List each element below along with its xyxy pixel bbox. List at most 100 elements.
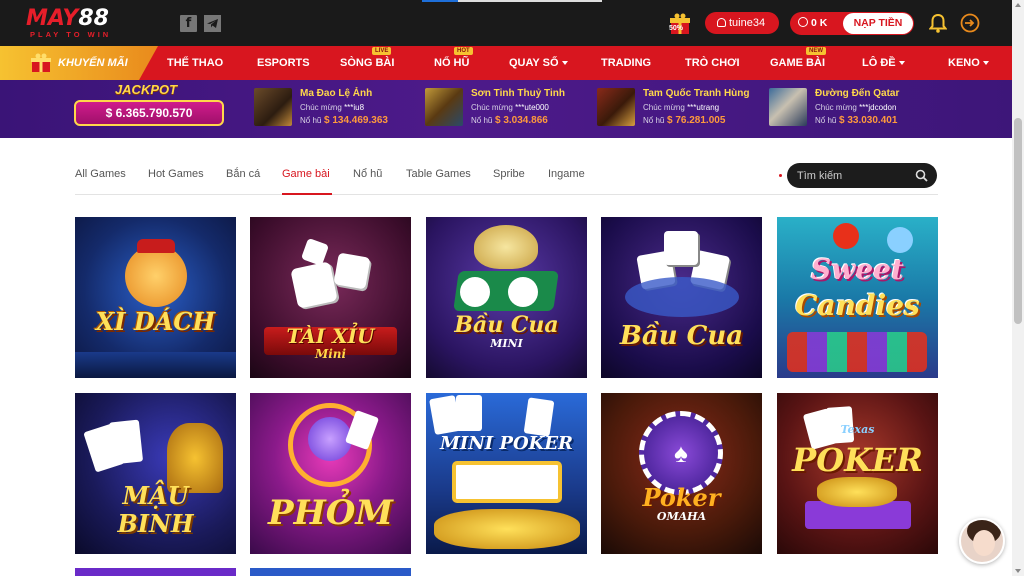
hot-badge: HOT (454, 47, 473, 55)
bowl-icon (474, 225, 538, 269)
search-input[interactable] (797, 167, 907, 184)
game-card-bau-cua-mini[interactable]: Bầu Cua MINI (426, 217, 587, 378)
nav-item-casino[interactable]: SÒNG BÀI LIVE (340, 46, 394, 80)
winner-amount: $ 134.469.363 (324, 115, 388, 126)
page-scrollbar[interactable] (1012, 0, 1024, 576)
active-tab-indicator (282, 193, 332, 195)
winner-item[interactable]: Tam Quốc Tranh Hùng Chúc mừng ***utrang … (597, 86, 762, 132)
username-label: tuine34 (729, 17, 766, 29)
game-card-mini-poker[interactable]: MINI POKER (426, 393, 587, 554)
game-thumbnail (769, 88, 807, 126)
coin-pile (817, 477, 897, 507)
game-thumbnail (597, 88, 635, 126)
new-badge: NEW (806, 47, 826, 55)
nav-item-lottery[interactable]: QUAY SỐ (509, 46, 568, 80)
user-account-button[interactable]: tuine34 (705, 12, 779, 34)
winner-congrats-label: Chúc mừng (300, 103, 342, 112)
game-title: XÌ DÁCH (95, 307, 216, 336)
nav-item-esports[interactable]: ESPORTS (257, 46, 310, 80)
candy-icon (887, 227, 913, 253)
game-card-sweet-candies[interactable]: Sweet Candies (777, 217, 938, 378)
tab-hot-games[interactable]: Hot Games (148, 168, 204, 180)
scrollbar-thumb[interactable] (1014, 118, 1022, 324)
nav-item-keno[interactable]: KENO (948, 46, 989, 80)
nav-promotions[interactable]: KHUYẾN MÃI (0, 46, 158, 80)
dice-icon (333, 252, 371, 290)
game-card-partial[interactable] (250, 568, 411, 576)
winner-item[interactable]: Ma Đao Lệ Ảnh Chúc mừng ***iu8 Nổ hũ $ 1… (254, 86, 419, 132)
promo-gift-icon[interactable]: 50% (668, 12, 692, 36)
nav-item-games[interactable]: TRÒ CHƠI (685, 46, 740, 80)
winner-amount: $ 33.030.401 (839, 115, 898, 126)
balance-pill: 0 K NẠP TIỀN (790, 12, 914, 35)
token-icon (508, 277, 538, 307)
game-card-phom[interactable]: PHỎM (250, 393, 411, 554)
search-icon[interactable] (915, 169, 928, 182)
balance-display[interactable]: 0 K (798, 12, 827, 35)
nav-item-card-games[interactable]: GAME BÀI NEW (770, 46, 826, 80)
tab-fish-shooting[interactable]: Bắn cá (226, 168, 260, 180)
nav-item-label: LÔ ĐỀ (862, 57, 896, 69)
game-subtitle: Mini (314, 347, 347, 361)
logout-icon[interactable] (960, 13, 980, 33)
jackpot-title: JACKPOT (114, 82, 178, 97)
coin-pile (434, 509, 580, 549)
plate (625, 277, 739, 317)
table-edge (75, 352, 236, 378)
search-indicator-dot (779, 174, 782, 177)
game-title: MẬU (122, 481, 189, 510)
bell-icon[interactable] (928, 13, 948, 33)
tab-ingame[interactable]: Ingame (548, 168, 585, 180)
game-subtitle: Texas (840, 423, 875, 436)
game-title: Bầu Cua (454, 312, 559, 338)
card-icon (523, 397, 555, 437)
nav-item-slots[interactable]: NỔ HŨ HOT (434, 46, 473, 80)
tab-slots[interactable]: Nổ hũ (353, 168, 382, 180)
winner-item[interactable]: Đường Đến Qatar Chúc mừng ***jdcodon Nổ … (769, 86, 934, 132)
winner-congrats-label: Chúc mừng (643, 103, 685, 112)
token-icon (460, 277, 490, 307)
tab-card-games[interactable]: Game bài (282, 168, 330, 180)
game-category-tabs: All Games Hot Games Bắn cá Game bài Nổ h… (75, 160, 938, 195)
game-card-bau-cua[interactable]: Bầu Cua (601, 217, 762, 378)
telegram-icon[interactable] (204, 15, 221, 32)
game-title: Sweet (811, 253, 904, 286)
game-title: Bầu Cua (619, 321, 744, 351)
tab-table-games[interactable]: Table Games (406, 168, 471, 180)
game-card-poker-omaha[interactable]: ♠ Poker OMAHA (601, 393, 762, 554)
game-title: Poker (642, 483, 721, 512)
balance-value: 0 K (811, 17, 828, 29)
nav-item-label: TRÒ CHƠI (685, 57, 740, 69)
winner-congrats: Chúc mừng ***ute000 (471, 103, 549, 112)
game-card-mau-binh[interactable]: MẬU BINH (75, 393, 236, 554)
chevron-down-icon (898, 61, 905, 66)
jackpot-value: $ 6.365.790.570 (74, 100, 224, 126)
game-subtitle: Candies (795, 289, 920, 322)
scroll-down-arrow-icon[interactable] (1015, 569, 1021, 573)
game-card-tai-xiu-mini[interactable]: TÀI XỈU Mini (250, 217, 411, 378)
loading-bar-progress (422, 0, 458, 2)
coin-icon (798, 17, 808, 27)
support-chat-avatar[interactable] (959, 518, 1005, 564)
facebook-icon[interactable]: f (180, 15, 197, 32)
nav-item-trading[interactable]: TRADING (601, 46, 651, 80)
nav-item-sports[interactable]: THỂ THAO (167, 46, 223, 80)
game-title: MINI POKER (439, 433, 574, 454)
game-card-partial[interactable] (75, 568, 236, 576)
game-card-xi-dach[interactable]: XÌ DÁCH (75, 217, 236, 378)
game-card-texas-poker[interactable]: Texas POKER (777, 393, 938, 554)
main-nav: KHUYẾN MÃI THỂ THAO ESPORTS SÒNG BÀI LIVE… (0, 46, 1012, 80)
winner-amount-label: Nổ hũ (815, 116, 837, 125)
site-logo[interactable]: MAY88 PLAY TO WIN (26, 8, 132, 40)
game-subtitle: BINH (117, 509, 194, 538)
nav-item-lode[interactable]: LÔ ĐỀ (862, 46, 905, 80)
deposit-button[interactable]: NẠP TIỀN (843, 13, 913, 34)
tab-all-games[interactable]: All Games (75, 168, 126, 180)
tab-spribe[interactable]: Spribe (493, 168, 525, 180)
winner-amount-label: Nổ hũ (471, 116, 493, 125)
winner-username: ***utrang (687, 103, 720, 112)
game-title: POKER (792, 441, 923, 479)
scroll-up-arrow-icon[interactable] (1015, 3, 1021, 7)
winner-item[interactable]: Sơn Tinh Thuỷ Tinh Chúc mừng ***ute000 N… (425, 86, 590, 132)
mascot-hat (137, 239, 175, 253)
